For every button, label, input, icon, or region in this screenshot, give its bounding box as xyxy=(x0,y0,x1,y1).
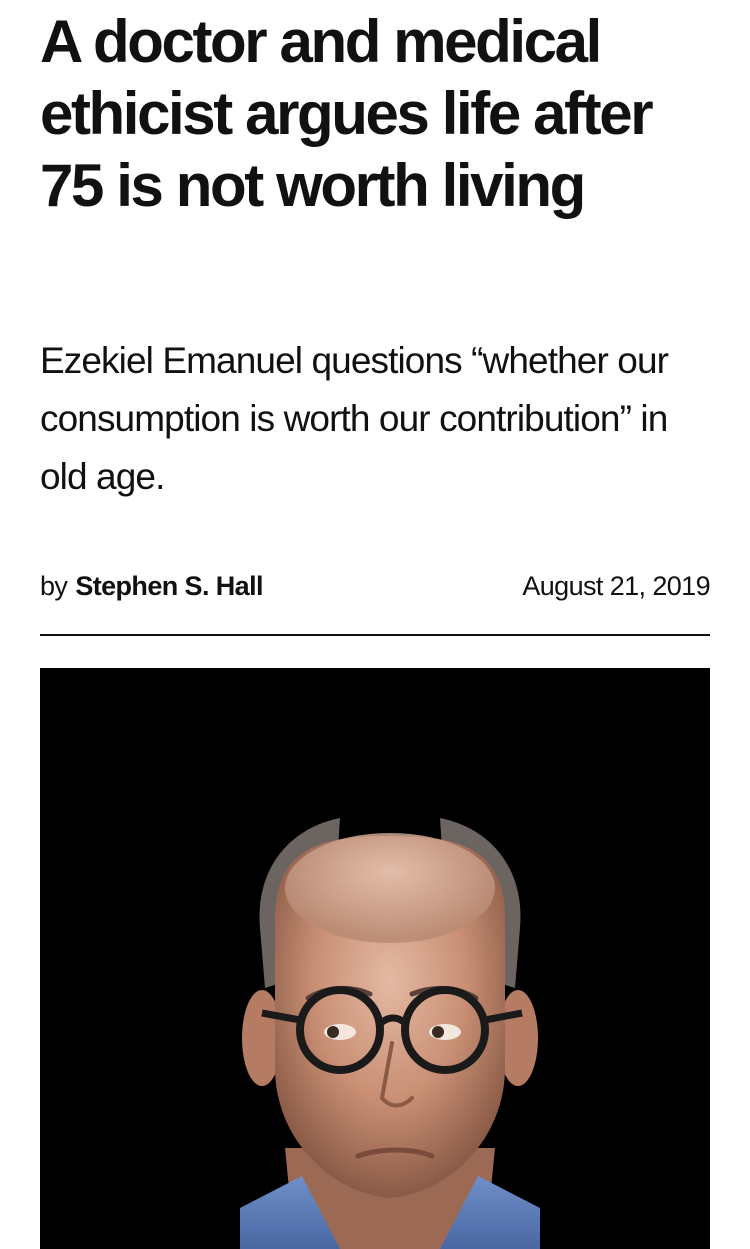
subheadline: Ezekiel Emanuel questions “whether our c… xyxy=(40,340,669,497)
divider xyxy=(40,634,710,636)
publish-date: August 21, 2019 xyxy=(522,570,710,601)
byline-row: by Stephen S. Hall August 21, 2019 xyxy=(40,566,711,606)
headline: A doctor and medical ethicist argues lif… xyxy=(40,8,654,219)
lead-photo[interactable] xyxy=(40,668,710,1249)
article: A doctor and medical ethicist argues lif… xyxy=(40,0,711,1249)
byline: by Stephen S. Hall xyxy=(40,571,263,602)
byline-prefix: by xyxy=(40,570,68,601)
portrait-illustration xyxy=(40,668,710,1249)
author-link[interactable]: Stephen S. Hall xyxy=(75,571,263,602)
